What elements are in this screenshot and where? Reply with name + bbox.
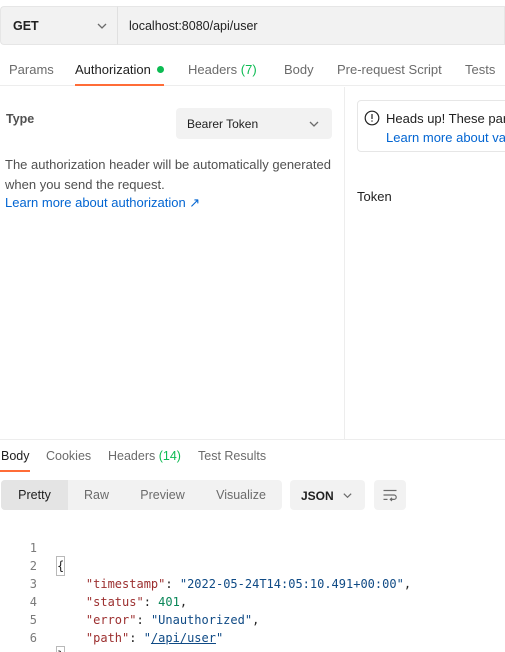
tab-label: Params (9, 62, 54, 77)
tab-params[interactable]: Params (9, 62, 54, 77)
response-body-code: 1 { 2 "timestamp": "2022-05-24T14:05:10.… (0, 521, 505, 652)
notice-title: Heads up! These para (386, 111, 505, 126)
status-dot (156, 66, 164, 73)
code-line: 6 } (0, 611, 505, 652)
close-brace: } (55, 646, 66, 652)
tab-count: (14) (158, 449, 181, 463)
tab-tests[interactable]: Tests (465, 62, 495, 77)
view-raw-button[interactable]: Raw (68, 480, 125, 510)
response-tab-headers[interactable]: Headers (14) (108, 449, 181, 463)
view-mode-toggle: Pretty Raw Preview Visualize (1, 480, 282, 510)
chevron-down-icon (97, 23, 107, 29)
tab-count: (7) (240, 62, 257, 77)
notice-link[interactable]: Learn more about var (386, 130, 505, 145)
code-line: 1 { (0, 521, 505, 576)
heads-up-notice: Heads up! These para Learn more about va… (357, 100, 505, 152)
line-number: 6 (29, 631, 37, 645)
tab-label: Cookies (46, 449, 92, 463)
code-text: "path": "/api/user" (85, 631, 224, 645)
method-label: GET (13, 19, 39, 33)
request-bar: GET localhost:8080/api/user (0, 6, 505, 45)
json-value-quote: " (143, 631, 151, 645)
tab-label: Headers (188, 62, 238, 77)
auth-type-value: Bearer Token (187, 117, 259, 131)
learn-more-authorization-link[interactable]: Learn more about authorization ↗ (5, 195, 200, 211)
wrap-lines-icon (383, 489, 397, 502)
tab-label: Headers (108, 449, 156, 463)
tab-label: Test Results (198, 449, 267, 463)
panel-divider (344, 87, 345, 439)
method-select[interactable]: GET (0, 6, 117, 45)
info-icon (364, 110, 380, 126)
url-text: localhost:8080/api/user (129, 19, 258, 33)
json-value-quote: " (215, 631, 224, 645)
tab-pre-request-script[interactable]: Pre-request Script (337, 62, 442, 77)
active-tab-indicator (75, 84, 164, 86)
code-line: 2 "timestamp": "2022-05-24T14:05:10.491+… (0, 539, 505, 591)
response-tab-cookies[interactable]: Cookies (46, 449, 91, 463)
tab-authorization[interactable]: Authorization (75, 62, 164, 77)
response-tab-body[interactable]: Body (1, 449, 30, 463)
json-key: "path" (85, 631, 130, 645)
tab-label: Authorization (75, 62, 151, 77)
view-preview-button[interactable]: Preview (125, 480, 200, 510)
tab-headers[interactable]: Headers (7) (188, 62, 257, 77)
type-label: Type (6, 112, 35, 126)
json-path-link[interactable]: /api/user (151, 631, 216, 645)
code-line: 5 "path": "/api/user" (0, 593, 505, 645)
tab-label: Body (284, 62, 314, 77)
tab-body[interactable]: Body (284, 62, 314, 77)
format-select[interactable]: JSON (290, 480, 365, 510)
url-input[interactable]: localhost:8080/api/user (117, 6, 505, 45)
auth-description: The authorization header will be automat… (5, 157, 331, 192)
auth-type-select[interactable]: Bearer Token (176, 108, 332, 139)
view-visualize-button[interactable]: Visualize (200, 480, 282, 510)
tab-label: Body (1, 449, 30, 463)
tab-label: Pre-request Script (337, 62, 442, 77)
active-tab-indicator (0, 470, 30, 472)
request-tabs: Params Authorization Headers (7) Body Pr… (0, 53, 505, 86)
code-line: 3 "status": 401, (0, 557, 505, 609)
code-line: 4 "error": "Unauthorized", (0, 575, 505, 627)
chevron-down-icon (343, 493, 352, 499)
format-value: JSON (301, 489, 334, 503)
code-text: } (55, 646, 66, 652)
token-label: Token (357, 189, 392, 204)
wrap-lines-button[interactable] (374, 480, 406, 510)
tab-label: Tests (465, 62, 496, 77)
chevron-down-icon (309, 121, 319, 127)
view-pretty-button[interactable]: Pretty (1, 480, 68, 510)
response-tab-test-results[interactable]: Test Results (198, 449, 266, 463)
response-tabs: Body Cookies Headers (14) Test Results (0, 440, 505, 472)
